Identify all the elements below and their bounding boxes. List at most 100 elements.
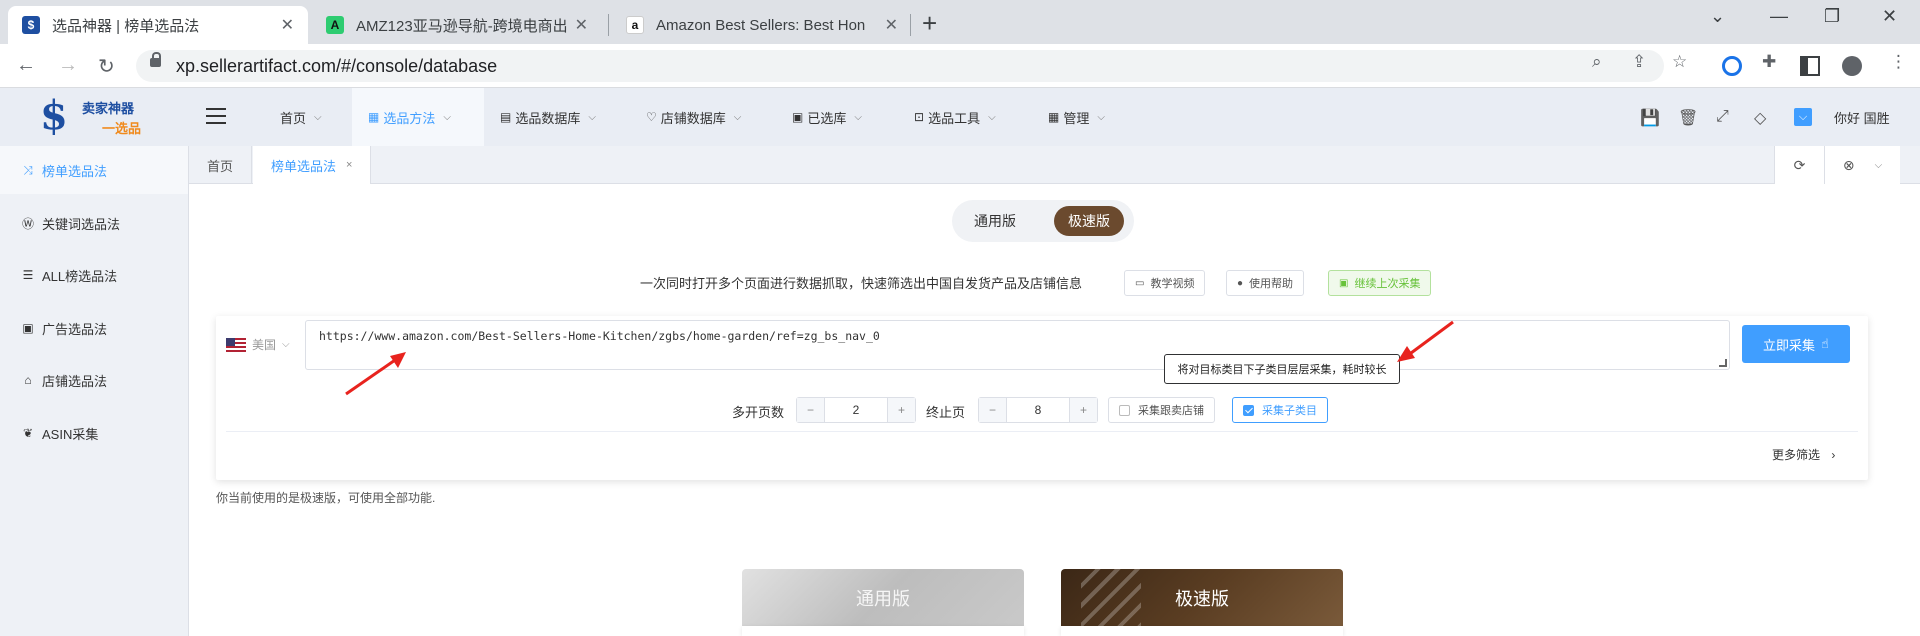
sidebar-item-label: 关键词选品法 (42, 216, 121, 232)
button-label: 教学视频 (1150, 278, 1195, 290)
resize-handle-icon[interactable] (1719, 359, 1727, 367)
user-greeting[interactable]: 你好 国胜 (1834, 108, 1890, 127)
subcategory-checkbox[interactable]: 采集子类目 (1232, 397, 1328, 423)
minus-icon[interactable]: − (797, 398, 825, 422)
more-filters-link[interactable]: 更多筛选 › (1772, 446, 1835, 463)
sidebar-item-ranking[interactable]: ⤨ 榜单选品法 (0, 146, 188, 194)
logo-line2: 一选品 (102, 121, 142, 136)
reload-icon[interactable]: ↻ (98, 54, 115, 79)
minimize-icon[interactable]: — (1770, 6, 1788, 27)
trash-icon[interactable]: 🗑 (1678, 108, 1698, 128)
leaf-icon: ❦ (22, 426, 34, 440)
tutorial-video-button[interactable]: ▭ 教学视频 (1124, 270, 1206, 296)
logo-line1: 卖家神器 (82, 101, 135, 116)
button-label: 立即采集 (1763, 337, 1816, 353)
url-textarea[interactable]: https://www.amazon.com/Best-Sellers-Home… (305, 320, 1730, 370)
sellerartifact-icon: $ (22, 16, 40, 34)
back-icon[interactable]: ← (16, 54, 36, 77)
menu-label: 首页 (280, 110, 307, 126)
menu-label: 管理 (1063, 110, 1090, 126)
tab-separator (910, 14, 911, 36)
plus-icon[interactable]: + (1069, 398, 1097, 422)
hamburger-menu-icon[interactable] (206, 108, 226, 124)
close-icon[interactable]: ✕ (885, 15, 898, 35)
chevron-down-icon: ⌵ (733, 111, 742, 123)
bookmark-star-icon[interactable]: ☆ (1672, 52, 1687, 72)
us-flag-icon (226, 337, 246, 352)
save-icon[interactable]: 💾 (1640, 108, 1660, 128)
menu-tools[interactable]: ⊡ 选品工具 ⌵ (914, 88, 996, 146)
end-page-label: 终止页 (926, 405, 966, 420)
sidebar-item-label: ASIN采集 (42, 426, 99, 442)
zoom-icon[interactable]: ⌕ (1592, 52, 1602, 72)
follow-store-checkbox[interactable]: 采集跟卖店铺 (1108, 397, 1215, 423)
plus-icon[interactable]: + (887, 398, 915, 422)
side-panel-icon[interactable] (1800, 56, 1820, 76)
pages-stepper[interactable]: − 2 + (796, 397, 916, 423)
menu-product-database[interactable]: ▤ 选品数据库 ⌵ (500, 88, 596, 146)
chevron-down-icon: ⌵ (443, 111, 451, 123)
plan-fast-card[interactable]: 极速版 (1061, 569, 1343, 626)
diamond-icon[interactable]: ◇ (1754, 108, 1766, 128)
end-page-value[interactable]: 8 (1007, 398, 1069, 422)
menu-label: 选品工具 (928, 110, 981, 126)
checkbox-icon: ▣ (1339, 277, 1349, 289)
close-icon[interactable]: × (346, 159, 352, 171)
menu-store-database[interactable]: ♡ 店铺数据库 ⌵ (646, 88, 741, 146)
amazon-icon: a (626, 16, 644, 34)
chevron-down-icon: ⌵ (1874, 159, 1883, 171)
browser-tab-sellerartifact[interactable]: $ 选品神器 | 榜单选品法 ✕ (8, 6, 308, 44)
refresh-icon[interactable]: ⟳ (1774, 146, 1824, 184)
download-icon[interactable]: ⌵ (1794, 108, 1812, 126)
sidebar: ⤨ 榜单选品法 Ⓦ 关键词选品法 ☰ ALL榜选品法 ▣ 广告选品法 ⌂ 店铺选品法 ❦ A… (0, 146, 189, 636)
menu-selection-methods[interactable]: ▦ 选品方法 ⌵ (352, 88, 484, 146)
tab-search-icon[interactable]: ⌄ (1710, 6, 1725, 27)
collect-now-button[interactable]: 立即采集 ☝ (1742, 325, 1850, 363)
profile-avatar-icon[interactable] (1842, 56, 1862, 76)
button-label: 使用帮助 (1249, 278, 1294, 290)
extension-link-icon[interactable] (1722, 56, 1742, 76)
close-icon[interactable]: ✕ (575, 15, 588, 35)
menu-selected-library[interactable]: ▣ 已选库 ⌵ (792, 88, 862, 146)
forward-icon[interactable]: → (58, 54, 78, 77)
browser-tab-amz123[interactable]: A AMZ123亚马逊导航-跨境电商出 ✕ (312, 6, 602, 44)
restore-icon[interactable]: ❐ (1824, 6, 1840, 27)
wordpress-icon: Ⓦ (21, 216, 34, 231)
version-fast-option[interactable]: 极速版 (1054, 206, 1124, 236)
calendar-icon: ▣ (792, 110, 804, 124)
share-icon[interactable]: ⇪ (1632, 52, 1646, 72)
sidebar-item-keyword[interactable]: Ⓦ 关键词选品法 (0, 199, 188, 247)
sidebar-item-all-ranking[interactable]: ☰ ALL榜选品法 (0, 251, 188, 299)
plan-general-card[interactable]: 通用版 (742, 569, 1024, 626)
plan-fast-body (1061, 626, 1343, 636)
page-tab-home[interactable]: 首页 (189, 146, 253, 184)
menu-home[interactable]: 首页 ⌵ (272, 88, 332, 146)
database-icon: ▤ (500, 110, 512, 124)
menu-management[interactable]: ▦ 管理 ⌵ (1048, 88, 1105, 146)
app-logo[interactable]: $ 卖家神器 一选品 (40, 94, 150, 140)
sidebar-item-asin[interactable]: ❦ ASIN采集 (0, 409, 188, 457)
version-general-option[interactable]: 通用版 (960, 206, 1030, 236)
new-tab-button[interactable]: + (922, 8, 937, 39)
close-tabs-dropdown[interactable]: ⊗ ⌵ (1824, 146, 1900, 184)
fullscreen-icon[interactable]: ⤢ (1716, 108, 1729, 126)
extensions-puzzle-icon[interactable]: ✚ (1762, 52, 1776, 72)
address-url[interactable]: xp.sellerartifact.com/#/console/database (176, 56, 497, 77)
hand-pointer-icon: ☝ (1821, 336, 1829, 351)
checkbox-label: 采集子类目 (1262, 405, 1317, 417)
browser-tab-amazon[interactable]: a Amazon Best Sellers: Best Hon ✕ (612, 6, 912, 44)
address-bar[interactable]: xp.sellerartifact.com/#/console/database (136, 50, 1664, 82)
window-close-icon[interactable]: ✕ (1882, 6, 1897, 27)
more-menu-icon[interactable]: ⋮ (1890, 52, 1907, 72)
help-button[interactable]: ● 使用帮助 (1226, 270, 1305, 296)
minus-icon[interactable]: − (979, 398, 1007, 422)
close-icon[interactable]: ✕ (281, 15, 294, 35)
end-page-stepper[interactable]: − 8 + (978, 397, 1098, 423)
sidebar-item-store[interactable]: ⌂ 店铺选品法 (0, 356, 188, 404)
plan-general-body (742, 626, 1024, 636)
page-tab-ranking[interactable]: 榜单选品法 × (253, 146, 372, 184)
pages-value[interactable]: 2 (825, 398, 887, 422)
sidebar-item-ads[interactable]: ▣ 广告选品法 (0, 304, 188, 352)
continue-last-button[interactable]: ▣ 继续上次采集 (1328, 270, 1432, 296)
country-select[interactable]: 美国 ⌵ (226, 336, 290, 353)
